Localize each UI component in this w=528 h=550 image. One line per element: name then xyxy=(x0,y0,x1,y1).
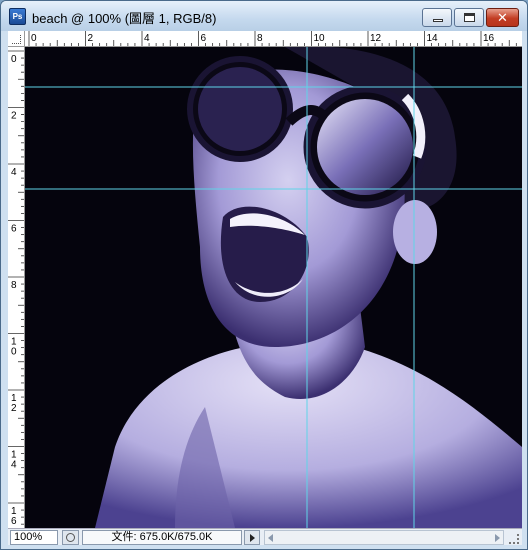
ruler-label: 12 xyxy=(11,393,17,414)
zoom-field[interactable]: 100% xyxy=(10,530,58,545)
horizontal-ruler-ticks: 0 2 4 6 8 10 12 14 16 xyxy=(28,31,517,46)
triangle-right-icon xyxy=(250,534,255,542)
ruler-label: 6 xyxy=(11,224,17,235)
ruler-label: 4 xyxy=(144,33,150,44)
scroll-right-icon xyxy=(495,534,500,542)
horizontal-ruler[interactable]: 0 2 4 6 8 10 12 14 16 xyxy=(25,31,522,47)
photoshop-document-window: Ps beach @ 100% (圖層 1, RGB/8) ✕ 0 2 4 6 8 10 1… xyxy=(0,0,528,550)
ruler-label: 14 xyxy=(427,33,439,44)
close-icon: ✕ xyxy=(497,10,508,25)
ruler-origin-corner[interactable] xyxy=(8,31,25,47)
portrait-photo xyxy=(25,47,522,528)
ruler-label: 12 xyxy=(370,33,382,44)
minimize-button[interactable] xyxy=(422,8,452,27)
status-info-icon xyxy=(66,533,75,542)
ruler-label: 0 xyxy=(11,54,17,65)
horizontal-scrollbar[interactable] xyxy=(264,530,504,545)
window-title: beach @ 100% (圖層 1, RGB/8) xyxy=(32,11,217,26)
document-area: 0 2 4 6 8 10 12 14 16 0 2 4 6 8 10 12 14 16 xyxy=(8,31,522,545)
minimize-icon xyxy=(433,19,443,22)
ruler-label: 14 xyxy=(11,450,17,471)
title-bar[interactable]: Ps beach @ 100% (圖層 1, RGB/8) ✕ xyxy=(1,1,527,31)
ruler-label: 2 xyxy=(11,111,17,122)
ruler-label: 10 xyxy=(11,337,17,358)
ruler-label: 16 xyxy=(483,33,495,44)
document-size-readout: 文件: 675.0K/675.0K xyxy=(82,530,242,545)
vertical-ruler[interactable]: 0 2 4 6 8 10 12 14 16 xyxy=(8,47,25,528)
ruler-label: 6 xyxy=(201,33,207,44)
ruler-label: 2 xyxy=(88,33,94,44)
ruler-label: 0 xyxy=(31,33,37,44)
resize-grip[interactable] xyxy=(506,530,520,545)
scroll-left-icon xyxy=(268,534,273,542)
vertical-ruler-ticks: 0 2 4 6 8 1 0 1 2 1 4 1 6 xyxy=(8,50,24,527)
maximize-button[interactable] xyxy=(454,8,484,27)
status-bar: 100% 文件: 675.0K/675.0K xyxy=(8,528,522,545)
close-button[interactable]: ✕ xyxy=(486,8,519,27)
status-menu-button[interactable] xyxy=(244,530,260,545)
photoshop-app-icon: Ps xyxy=(9,8,26,25)
ruler-label: 8 xyxy=(257,33,263,44)
ruler-label: 16 xyxy=(11,506,17,527)
ruler-label: 8 xyxy=(11,280,17,291)
ruler-label: 4 xyxy=(11,167,17,178)
maximize-icon xyxy=(464,13,475,22)
image-canvas[interactable] xyxy=(25,47,522,528)
ruler-label: 10 xyxy=(314,33,326,44)
status-info-button[interactable] xyxy=(62,530,79,545)
